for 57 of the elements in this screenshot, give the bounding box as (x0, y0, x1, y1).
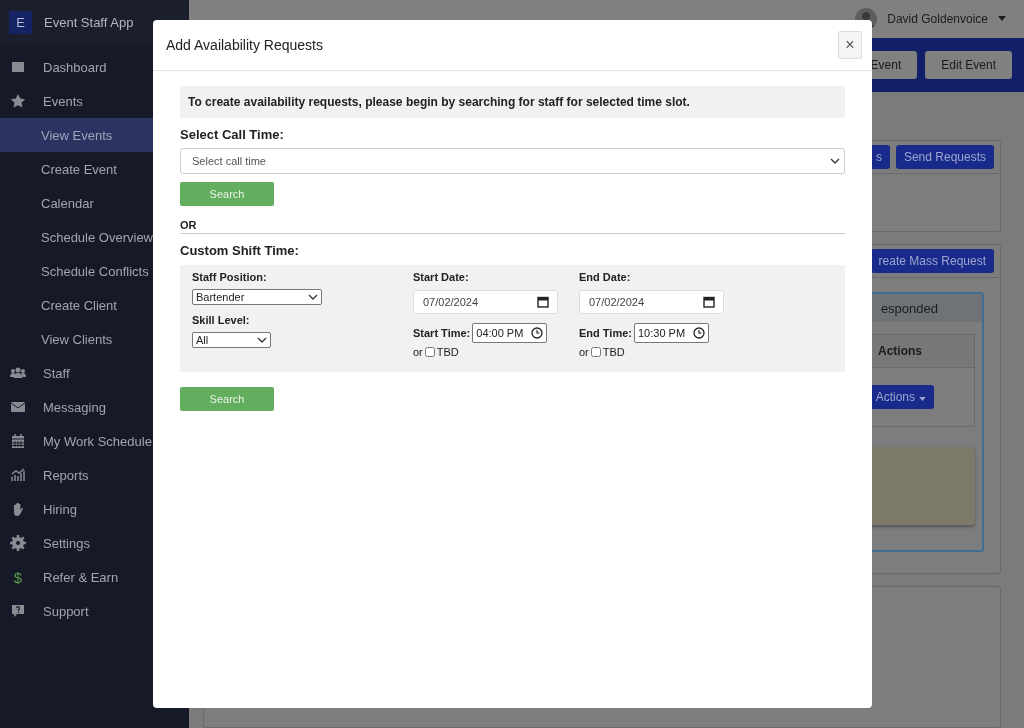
tbd-label: TBD (436, 346, 459, 358)
chevron-icon (308, 294, 318, 300)
grid-icon (10, 59, 26, 75)
sidebar-item[interactable]: Staff (0, 356, 189, 390)
sidebar-item[interactable]: Hiring (0, 492, 189, 526)
people-icon (10, 365, 26, 381)
sidebar-item[interactable]: Settings (0, 526, 189, 560)
clock-icon (531, 327, 544, 339)
sidebar-item[interactable]: Support (0, 594, 189, 628)
date-field[interactable]: 07/02/2024 (413, 290, 558, 314)
or-label: or (413, 346, 423, 358)
call-time-select[interactable]: Select call time (180, 148, 845, 174)
help-bubble-icon (10, 603, 26, 619)
mass-request-button[interactable]: reate Mass Request (870, 249, 994, 273)
field-label: Start Date: (413, 271, 470, 283)
caret-icon[interactable] (998, 16, 1006, 22)
field-label: Staff Position: (192, 271, 268, 283)
chevron-icon (257, 337, 267, 343)
calendar-icon (537, 296, 549, 308)
clock-icon (693, 327, 706, 339)
section-label: Custom Shift Time: (180, 243, 300, 258)
dollar-icon: $ (10, 568, 26, 586)
tbd-checkbox[interactable] (424, 347, 435, 357)
caret-icon (919, 397, 926, 401)
sidebar-item[interactable]: Dashboard (0, 50, 189, 84)
date-field[interactable]: 07/02/2024 (579, 290, 724, 314)
notice-message: To create availability requests, please begin by searching for staff for selected time slot. (180, 86, 845, 118)
tbd-checkbox[interactable] (590, 347, 601, 357)
field-label: Skill Level: (192, 314, 251, 326)
column-header: Actions (878, 344, 922, 358)
calendar-icon (10, 433, 26, 449)
panel-button[interactable]: Send Requests (895, 145, 994, 169)
chevron-icon (830, 158, 840, 164)
or-label: or (579, 346, 589, 358)
skill-select[interactable]: All (192, 332, 271, 348)
gear-icon (10, 535, 26, 551)
or-divider-label: OR (180, 219, 845, 234)
modal-title: Add Availability Requests (166, 37, 323, 53)
time-field[interactable]: 10:30 PM (634, 323, 710, 343)
chart-icon (10, 467, 26, 483)
field-label: End Date: (579, 271, 632, 283)
box-title: esponded (880, 300, 938, 316)
sidebar-item[interactable]: Reports (0, 458, 189, 492)
time-field[interactable]: 04:00 PM (472, 323, 548, 343)
tbd-label: TBD (602, 346, 625, 358)
app-logo: E (9, 10, 32, 34)
field-label: Start Time: (413, 327, 471, 339)
close-button[interactable]: × (838, 31, 862, 59)
envelope-icon (10, 399, 26, 415)
user-name[interactable]: David Goldenvoice (887, 11, 988, 26)
app-name: Event Staff App (44, 14, 134, 30)
field-label: End Time: (579, 327, 632, 339)
calendar-icon (703, 296, 715, 308)
sidebar-item[interactable]: My Work Schedule (0, 424, 189, 458)
position-select[interactable]: Bartender (192, 289, 322, 305)
star-icon (10, 93, 26, 109)
event-button[interactable]: Edit Event (925, 50, 1012, 79)
